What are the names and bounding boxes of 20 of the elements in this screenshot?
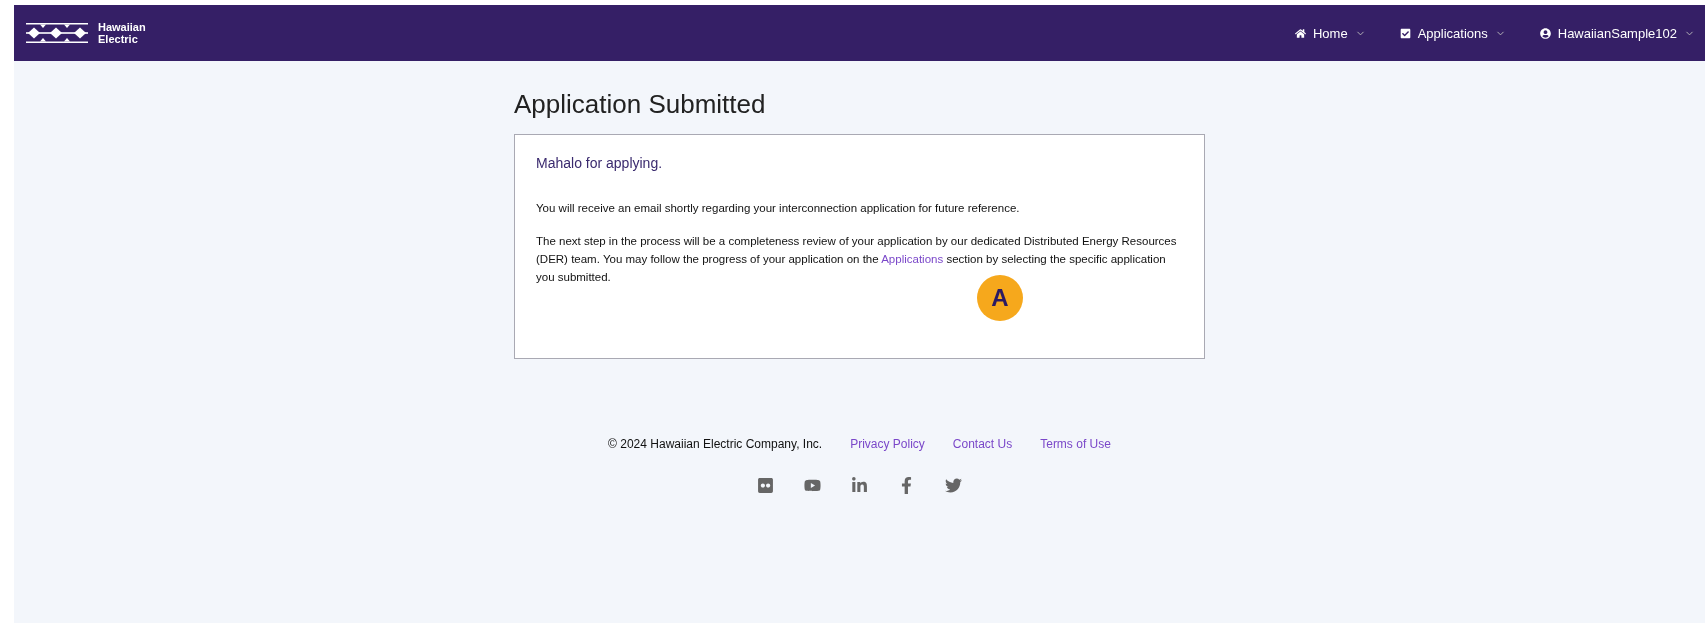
footer-link[interactable]: Contact Us xyxy=(952,437,1013,451)
card-heading: Mahalo for applying. xyxy=(536,155,664,171)
user-icon xyxy=(1539,27,1551,39)
footer-link[interactable]: Privacy Policy xyxy=(850,437,925,451)
bird-icon[interactable] xyxy=(945,477,962,494)
paragraph: You will receive an email shortly regarding your interconnection application for future reference. xyxy=(536,201,1021,216)
play-icon[interactable] xyxy=(804,477,821,494)
footer-link[interactable]: Terms of Use xyxy=(1040,437,1111,451)
checkbox-icon xyxy=(1399,27,1411,39)
applications-link[interactable]: Applications xyxy=(881,253,944,265)
home-icon xyxy=(1294,27,1306,39)
in-letters-icon[interactable] xyxy=(851,477,868,494)
logo-icon xyxy=(26,21,88,45)
page-title: Application Submitted xyxy=(514,89,767,120)
copyright-text: © 2024 Hawaiian Electric Company, Inc. xyxy=(608,437,823,451)
logo-text: Hawaiian Electric xyxy=(98,21,146,45)
nav-menu-item[interactable]: HawaiianSample102 xyxy=(1539,25,1695,41)
nav-menu-item[interactable]: Applications xyxy=(1399,25,1506,41)
callout-badge: A xyxy=(977,275,1023,321)
nav-menu-item[interactable]: Home xyxy=(1294,25,1366,41)
